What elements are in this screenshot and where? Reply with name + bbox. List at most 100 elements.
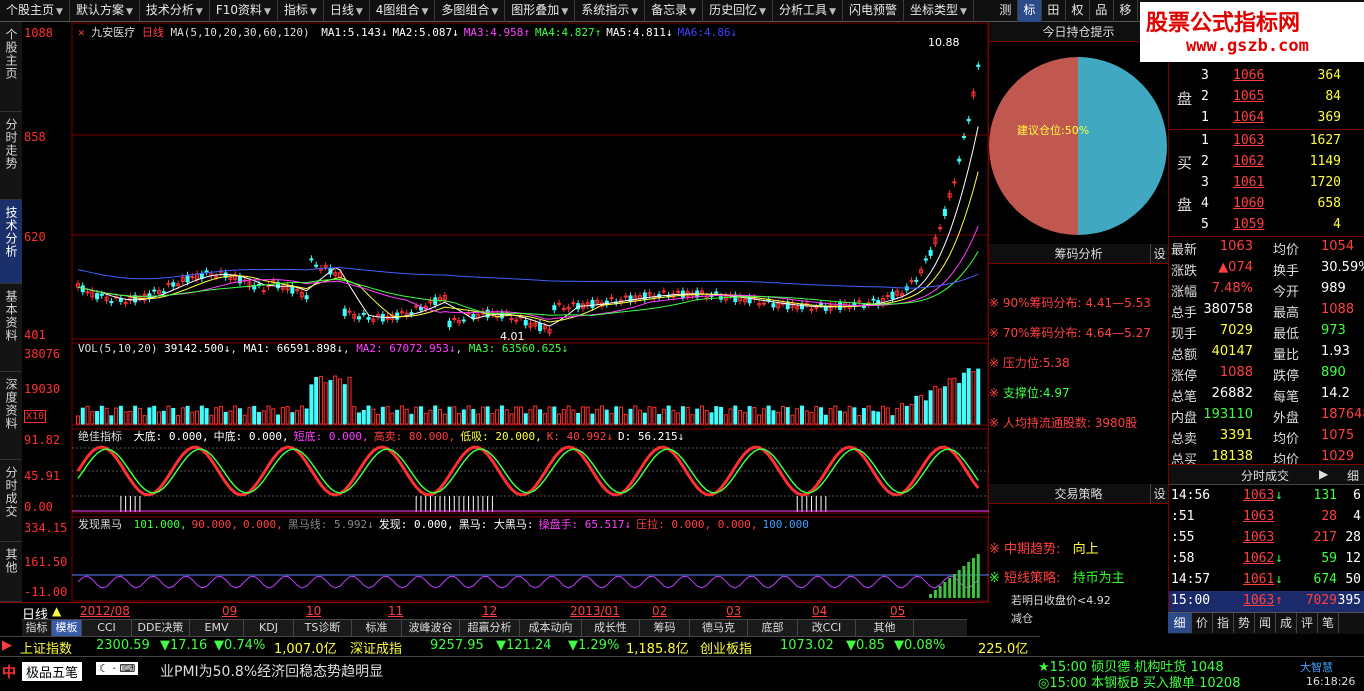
ticks-expand-button[interactable]: ▶ <box>1319 467 1328 481</box>
menu-item[interactable]: 4图组合 ▼ <box>370 0 436 22</box>
indicator-tab[interactable]: 底部 <box>748 620 798 637</box>
indicator-tab[interactable]: 成本动向 <box>520 620 582 637</box>
indicator-tab[interactable]: 改CCI <box>798 620 856 637</box>
candle-body <box>819 303 824 306</box>
left-tab[interactable]: 技术分析 <box>0 200 22 284</box>
ask-row[interactable]: 3 1066 364 <box>1169 66 1364 87</box>
indicator-tab[interactable]: TS诊断 <box>294 620 352 637</box>
indicator-tab[interactable]: CCI <box>82 620 132 637</box>
view-button[interactable]: 测 <box>994 0 1018 22</box>
candle-body <box>342 308 347 316</box>
index-value: 1073.02 <box>780 638 834 653</box>
left-tab[interactable]: 分时走势 <box>0 112 22 200</box>
candle-body <box>676 290 681 293</box>
ime-mode-icons[interactable]: ☾ · ⌨ <box>96 662 139 675</box>
menu-item[interactable]: 坐标类型 ▼ <box>904 0 974 22</box>
volume-bar <box>761 408 766 425</box>
book-tab[interactable]: 闻 <box>1255 613 1276 633</box>
book-tab[interactable]: 笔 <box>1318 613 1339 633</box>
indicator-tab[interactable]: 其他 <box>856 620 914 637</box>
volume-bar <box>809 411 814 425</box>
candle-body <box>295 289 300 292</box>
bid-row[interactable]: 2 1062 1149 <box>1169 152 1364 173</box>
volume-bar <box>633 405 638 425</box>
ime-name[interactable]: 极品五笔 <box>22 662 83 681</box>
index-value[interactable]: 创业板指 <box>700 638 752 657</box>
volume-bar <box>833 405 838 425</box>
left-tab[interactable]: 分时成交 <box>0 460 22 542</box>
indicator-tab[interactable]: 标准 <box>352 620 402 637</box>
indicator-tab[interactable]: 模板 <box>52 620 82 637</box>
book-tab[interactable]: 指 <box>1213 613 1234 633</box>
book-tab[interactable]: 成 <box>1276 613 1297 633</box>
ma-value: MA4:4.827↑ <box>534 26 602 39</box>
dropdown-arrow-icon: ▼ <box>960 7 967 17</box>
book-tab[interactable]: 势 <box>1234 613 1255 633</box>
volume-bar <box>623 413 628 425</box>
view-button[interactable]: 权 <box>1066 0 1090 22</box>
menu-item[interactable]: 历史回忆 ▼ <box>703 0 774 22</box>
chip-item: ※ 人均持流通股数: 3980股 <box>989 416 1138 430</box>
volume-bar <box>719 406 724 425</box>
indicator-tab[interactable]: KDJ <box>244 620 294 637</box>
left-tab[interactable]: 基本资料 <box>0 284 22 372</box>
ticks-detail-button[interactable]: 细 <box>1347 467 1359 484</box>
volume-bar <box>628 408 633 425</box>
menu-item[interactable]: 技术分析 ▼ <box>140 0 210 22</box>
indicator-tab[interactable]: 波峰波谷 <box>402 620 460 637</box>
menu-item[interactable]: 闪电预警 <box>843 0 904 22</box>
index-value[interactable]: 深证成指 <box>350 638 402 657</box>
indicator-tab[interactable]: 德马克 <box>690 620 748 637</box>
volume-bar <box>619 406 623 425</box>
menu-item[interactable]: F10资料 ▼ <box>210 0 278 22</box>
candle-body <box>414 305 419 308</box>
indicator-tab[interactable]: 筹码 <box>640 620 690 637</box>
menu-item[interactable]: 系统指示 ▼ <box>575 0 646 22</box>
indicator-tab[interactable]: 超赢分析 <box>460 620 520 637</box>
date-tick: 2012/08 <box>80 604 130 618</box>
bid-row[interactable]: 3 1061 1720 <box>1169 173 1364 194</box>
ask-row[interactable]: 2 1065 84 <box>1169 87 1364 108</box>
indicator-tab[interactable]: 指标 <box>22 620 52 637</box>
bid-row[interactable]: 4 1060 658 <box>1169 194 1364 215</box>
book-tab[interactable]: 价 <box>1192 613 1213 633</box>
menu-item[interactable]: 日线 ▼ <box>324 0 370 22</box>
chip-settings-button[interactable]: 设 <box>1150 244 1168 264</box>
indicator-tab[interactable]: DDE决策 <box>132 620 190 637</box>
left-tab[interactable]: 个股主页 <box>0 22 22 112</box>
view-button[interactable]: 标 <box>1017 0 1042 22</box>
book-tab[interactable]: 细 <box>1168 613 1192 633</box>
left-tab[interactable]: 深度资料 <box>0 372 22 460</box>
menu-item[interactable]: 多图组合 ▼ <box>435 0 506 22</box>
view-button[interactable]: 品 <box>1090 0 1114 22</box>
bid-row[interactable]: 5 1059 4 <box>1169 215 1364 236</box>
index-value: ▼1.29% <box>568 638 620 653</box>
volume-bar <box>399 405 404 425</box>
date-tick: 03 <box>726 604 742 618</box>
menu-item[interactable]: 个股主页 ▼ <box>0 0 70 22</box>
volume-bar <box>118 405 123 425</box>
alert-line-2[interactable]: ◎15:00 本钢板B 买入撤单 10208 <box>1038 672 1240 691</box>
book-tab[interactable]: 评 <box>1297 613 1318 633</box>
close-chart-icon[interactable]: ✕ <box>78 26 85 39</box>
volume-bar <box>847 405 852 425</box>
left-tab[interactable]: 其他 <box>0 542 22 602</box>
indicator-value: 黑马: 大黑马: <box>458 518 534 531</box>
ask-row[interactable]: 1 1064 369 <box>1169 108 1364 129</box>
volume-bar <box>142 415 147 425</box>
indicator-tab[interactable]: 成长性 <box>582 620 640 637</box>
view-button[interactable]: 移 <box>1114 0 1138 22</box>
indicator-tab[interactable]: EMV <box>190 620 244 637</box>
index-value[interactable]: 上证指数 <box>20 638 72 657</box>
view-button[interactable]: 田 <box>1042 0 1066 22</box>
menu-item[interactable]: 指标 ▼ <box>278 0 324 22</box>
strategy-settings-button[interactable]: 设 <box>1150 484 1168 504</box>
menu-item[interactable]: 分析工具 ▼ <box>773 0 843 22</box>
bid-row[interactable]: 1 1063 1627 <box>1169 131 1364 152</box>
menu-item[interactable]: 图形叠加 ▼ <box>505 0 576 22</box>
news-ticker[interactable]: 业PMI为50.8%经济回稳态势趋明显 <box>160 661 383 681</box>
menu-item[interactable]: 默认方案 ▼ <box>70 0 140 22</box>
chart-canvas[interactable] <box>22 22 989 602</box>
candle-body <box>785 301 790 310</box>
menu-item[interactable]: 备忘录 ▼ <box>645 0 704 22</box>
